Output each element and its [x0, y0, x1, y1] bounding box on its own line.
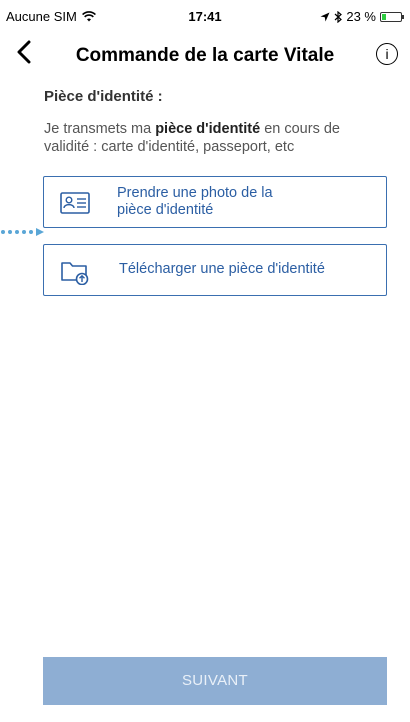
navigation-bar: Commande de la carte Vitale i: [0, 34, 410, 78]
description-prefix: Je transmets ma: [44, 121, 156, 137]
location-arrow-icon: [320, 12, 330, 21]
bluetooth-icon: [334, 10, 343, 23]
take-photo-label-line1: Prendre une photo de la: [117, 185, 273, 201]
upload-document-button[interactable]: Télécharger une pièce d'identité: [43, 244, 387, 296]
status-right: 23 %: [320, 9, 404, 24]
take-photo-label-line2: pièce d'identité: [117, 202, 214, 218]
description-bold: pièce d'identité: [155, 121, 261, 137]
upload-document-label: Télécharger une pièce d'identité: [119, 261, 325, 277]
folder-upload-icon: [61, 262, 89, 285]
take-photo-button[interactable]: Prendre une photo de la pièce d'identité: [43, 176, 387, 228]
take-photo-label: Prendre une photo de la pièce d'identité: [117, 185, 337, 219]
battery-percent: 23 %: [346, 9, 376, 24]
next-button[interactable]: SUIVANT: [43, 657, 387, 705]
page-title: Commande de la carte Vitale: [75, 45, 335, 66]
battery-level: [382, 13, 387, 20]
battery-icon: [380, 11, 404, 22]
id-card-icon: [60, 192, 90, 214]
status-bar: Aucune SIM 17:41 23 %: [0, 0, 410, 34]
section-title: Pièce d'identité :: [44, 88, 163, 105]
info-button[interactable]: i: [376, 43, 398, 65]
description-text: Je transmets ma pièce d'identité en cour…: [44, 120, 384, 156]
info-icon: i: [385, 46, 389, 62]
pointer-dots: [1, 228, 44, 236]
